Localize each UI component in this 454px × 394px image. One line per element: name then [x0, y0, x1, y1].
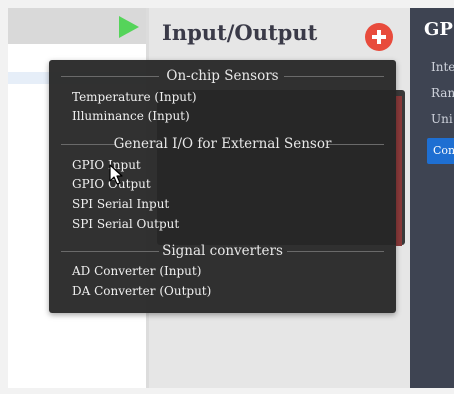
menu-item-gpio-input[interactable]: GPIO Input — [72, 158, 141, 172]
properties-title: GP — [424, 19, 453, 40]
properties-action-label: Con — [433, 144, 454, 157]
menu-item-da-converter-output[interactable]: DA Converter (Output) — [72, 284, 211, 298]
menu-item-ad-converter-input[interactable]: AD Converter (Input) — [72, 264, 201, 278]
menu-group-header: On-chip Sensors — [49, 66, 396, 86]
menu-group-header: Signal converters — [49, 241, 396, 261]
background-card-scrollbar — [396, 96, 402, 246]
left-toolbar — [8, 8, 148, 44]
add-module-button[interactable] — [365, 23, 393, 51]
pane-title: Input/Output — [162, 20, 318, 45]
menu-item-spi-serial-input[interactable]: SPI Serial Input — [72, 197, 169, 211]
property-label: Uni — [431, 112, 453, 126]
menu-group-title: General I/O for External Sensor — [113, 136, 332, 152]
menu-item-spi-serial-output[interactable]: SPI Serial Output — [72, 217, 179, 231]
menu-item-illuminance-input[interactable]: Illuminance (Input) — [72, 109, 190, 123]
menu-group-title: Signal converters — [162, 243, 283, 259]
add-module-menu: On-chip Sensors Temperature (Input) Illu… — [49, 60, 396, 313]
property-label: Ran — [431, 86, 454, 100]
property-label: Inte — [431, 60, 454, 74]
mouse-cursor-icon — [109, 164, 123, 185]
properties-action-button[interactable]: Con — [427, 138, 454, 164]
menu-group-header: General I/O for External Sensor — [49, 134, 396, 154]
menu-item-temperature-input[interactable]: Temperature (Input) — [72, 90, 197, 104]
play-icon[interactable] — [119, 16, 139, 38]
properties-pane: GP Inte Ran Uni — [410, 8, 454, 388]
menu-group-title: On-chip Sensors — [166, 68, 279, 84]
